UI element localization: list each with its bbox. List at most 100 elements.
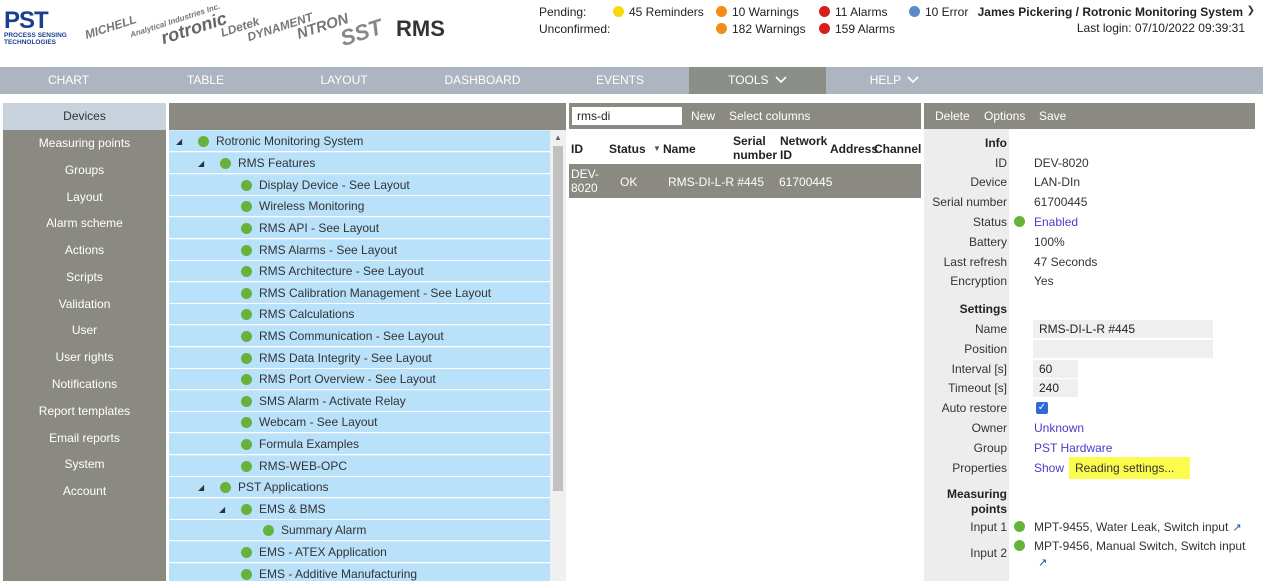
pending-warnings[interactable]: 10 Warnings [716,5,799,19]
delete-button[interactable]: Delete [935,103,970,129]
chevron-down-icon[interactable]: ❯ [1247,5,1255,16]
status-dot-icon [241,309,252,320]
pending-errors[interactable]: 10 Error [909,5,968,19]
sidebar-item-validation[interactable]: Validation [3,291,166,318]
tree-row[interactable]: Display Device - See Layout [169,175,550,196]
tree-row-label: EMS - ATEX Application [259,545,387,559]
sidebar-item-scripts[interactable]: Scripts [3,264,166,291]
nav-help-label: HELP [869,73,901,87]
nav-table[interactable]: TABLE [137,67,274,94]
column-id[interactable]: ID [571,142,583,156]
status-dot-icon [241,504,252,515]
sidebar-item-user-rights[interactable]: User rights [3,344,166,371]
column-name[interactable]: Name [663,142,696,156]
tree-row[interactable]: EMS - ATEX Application [169,542,550,563]
timeout-label: Timeout [s] [948,381,1007,395]
select-columns-button[interactable]: Select columns [729,103,810,129]
tree-row[interactable]: RMS Port Overview - See Layout [169,369,550,390]
status-value[interactable]: Enabled [1034,215,1078,229]
name-field[interactable]: RMS-DI-L-R #445 [1033,320,1213,338]
properties-show-link[interactable]: Show [1034,461,1064,475]
unconfirmed-warnings[interactable]: 182 Warnings [716,22,806,36]
input1-value[interactable]: MPT-9455, Water Leak, Switch input ↗ [1034,520,1242,534]
collapse-icon[interactable]: ◢ [198,477,204,498]
pending-reminders[interactable]: 45 Reminders [613,5,704,19]
tree-row-label: Webcam - See Layout [259,415,378,429]
tree-row[interactable]: RMS Architecture - See Layout [169,261,550,282]
unconfirmed-alarms[interactable]: 159 Alarms [819,22,895,36]
tree-scrollbar[interactable]: ▲ [550,130,566,581]
search-input[interactable] [572,107,682,125]
pending-alarms[interactable]: 11 Alarms [819,5,887,19]
tree-row[interactable]: ◢ RMS Features [169,153,550,174]
sidebar-item-report-templates[interactable]: Report templates [3,398,166,425]
scrollbar-thumb[interactable] [553,146,563,491]
tree-row[interactable]: EMS - Additive Manufacturing [169,564,550,581]
nav-dashboard[interactable]: DASHBOARD [414,67,551,94]
group-link[interactable]: PST Hardware [1034,441,1112,455]
status-dot-icon [241,331,252,342]
tree-row[interactable]: RMS Alarms - See Layout [169,240,550,261]
external-link-icon[interactable]: ↗ [1038,555,1047,571]
tree-row[interactable]: RMS-WEB-OPC [169,456,550,477]
sidebar-item-account[interactable]: Account [3,478,166,505]
column-status[interactable]: Status [609,142,646,156]
options-button[interactable]: Options [984,103,1025,129]
new-button[interactable]: New [691,103,715,129]
tree-row[interactable]: Summary Alarm [169,520,550,541]
owner-link[interactable]: Unknown [1034,421,1084,435]
input1-label: Input 1 [970,520,1007,534]
tree-row[interactable]: RMS Calculations [169,304,550,325]
tree-row[interactable]: ◢ Rotronic Monitoring System [169,131,550,152]
user-menu[interactable]: James Pickering / Rotronic Monitoring Sy… [978,5,1243,19]
nav-help[interactable]: HELP [826,67,963,94]
sidebar-item-layout[interactable]: Layout [3,184,166,211]
nav-events[interactable]: EVENTS [551,67,689,94]
nav-chart[interactable]: CHART [0,67,137,94]
tree-row[interactable]: Wireless Monitoring [169,196,550,217]
save-button[interactable]: Save [1039,103,1066,129]
external-link-icon[interactable]: ↗ [1232,521,1241,534]
column-serial-line2: number [733,148,778,162]
tree-row[interactable]: RMS API - See Layout [169,218,550,239]
sidebar-item-measuring-points[interactable]: Measuring points [3,130,166,157]
sidebar-item-user[interactable]: User [3,317,166,344]
sort-desc-icon[interactable]: ▼ [653,144,661,153]
tree-row[interactable]: RMS Calibration Management - See Layout [169,283,550,304]
auto-restore-label: Auto restore [941,401,1007,415]
device-detail-panel: Delete Options Save Info ID DEV-8020 Dev… [924,103,1255,581]
column-channel[interactable]: Channel [874,142,921,156]
position-field[interactable] [1033,340,1213,358]
sidebar-item-devices[interactable]: Devices [3,103,166,130]
tree-row[interactable]: ◢ EMS & BMS [169,499,550,520]
collapse-icon[interactable]: ◢ [176,131,182,152]
input2-value[interactable]: MPT-9456, Manual Switch, Switch input ↗ [1034,538,1245,571]
auto-restore-checkbox[interactable]: ✓ [1036,402,1048,414]
collapse-icon[interactable]: ◢ [219,499,225,520]
tree-row[interactable]: Webcam - See Layout [169,412,550,433]
column-address[interactable]: Address [830,142,878,156]
sidebar-item-actions[interactable]: Actions [3,237,166,264]
tree-row[interactable]: RMS Communication - See Layout [169,326,550,347]
name-label: Name [974,322,1007,336]
tree-row[interactable]: SMS Alarm - Activate Relay [169,391,550,412]
tree-row[interactable]: ◢ PST Applications [169,477,550,498]
scroll-up-icon[interactable]: ▲ [554,133,562,142]
table-row[interactable]: DEV- 8020 OK RMS-DI-L-R #445 61700445 [569,164,921,198]
sidebar-item-notifications[interactable]: Notifications [3,371,166,398]
nav-tools[interactable]: TOOLS [689,67,826,94]
sidebar-item-system[interactable]: System [3,451,166,478]
tree-row[interactable]: RMS Data Integrity - See Layout [169,348,550,369]
tools-sidebar: Devices Measuring points Groups Layout A… [3,103,166,581]
tree-row[interactable]: Formula Examples [169,434,550,455]
collapse-icon[interactable]: ◢ [198,153,204,174]
column-serial-number[interactable]: Serial number [733,134,777,162]
sidebar-item-alarm-scheme[interactable]: Alarm scheme [3,210,166,237]
column-network-id[interactable]: Network ID [780,134,827,162]
timeout-field[interactable]: 240 [1033,379,1078,397]
alarm-dot-icon [819,6,830,17]
interval-field[interactable]: 60 [1033,360,1078,378]
sidebar-item-email-reports[interactable]: Email reports [3,425,166,452]
sidebar-item-groups[interactable]: Groups [3,157,166,184]
nav-layout[interactable]: LAYOUT [274,67,414,94]
